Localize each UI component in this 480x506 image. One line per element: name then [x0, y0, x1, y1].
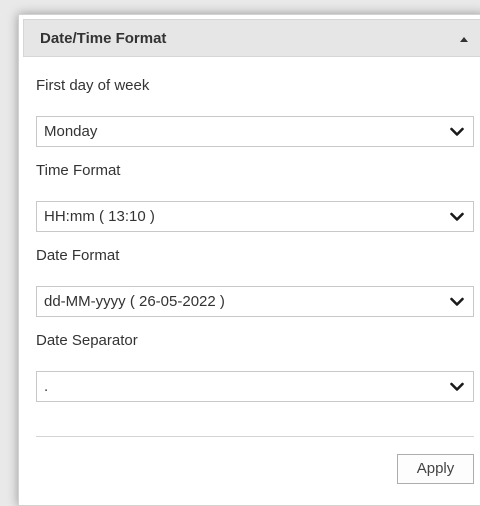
date-format-select[interactable]: dd-MM-yyyy ( 26-05-2022 )	[36, 286, 474, 317]
panel-header[interactable]: Date/Time Format	[23, 19, 480, 57]
first-day-of-week-select[interactable]: Monday	[36, 116, 474, 147]
chevron-down-icon	[450, 212, 464, 221]
divider	[36, 436, 474, 437]
apply-button[interactable]: Apply	[397, 454, 474, 484]
chevron-down-icon	[450, 382, 464, 391]
date-separator-value: .	[44, 378, 49, 395]
caret-up-icon[interactable]	[458, 34, 470, 44]
date-separator-label: Date Separator	[36, 332, 138, 349]
chevron-down-icon	[450, 127, 464, 136]
time-format-select[interactable]: HH:mm ( 13:10 )	[36, 201, 474, 232]
first-day-of-week-label: First day of week	[36, 77, 150, 94]
chevron-down-icon	[450, 297, 464, 306]
time-format-value: HH:mm ( 13:10 )	[44, 208, 155, 225]
time-format-label: Time Format	[36, 162, 121, 179]
date-format-label: Date Format	[36, 247, 120, 264]
date-separator-select[interactable]: .	[36, 371, 474, 402]
date-time-format-panel: Date/Time Format First day of week Monda…	[18, 14, 480, 506]
first-day-of-week-value: Monday	[44, 123, 98, 140]
panel-title: Date/Time Format	[40, 30, 167, 47]
date-format-value: dd-MM-yyyy ( 26-05-2022 )	[44, 293, 225, 310]
